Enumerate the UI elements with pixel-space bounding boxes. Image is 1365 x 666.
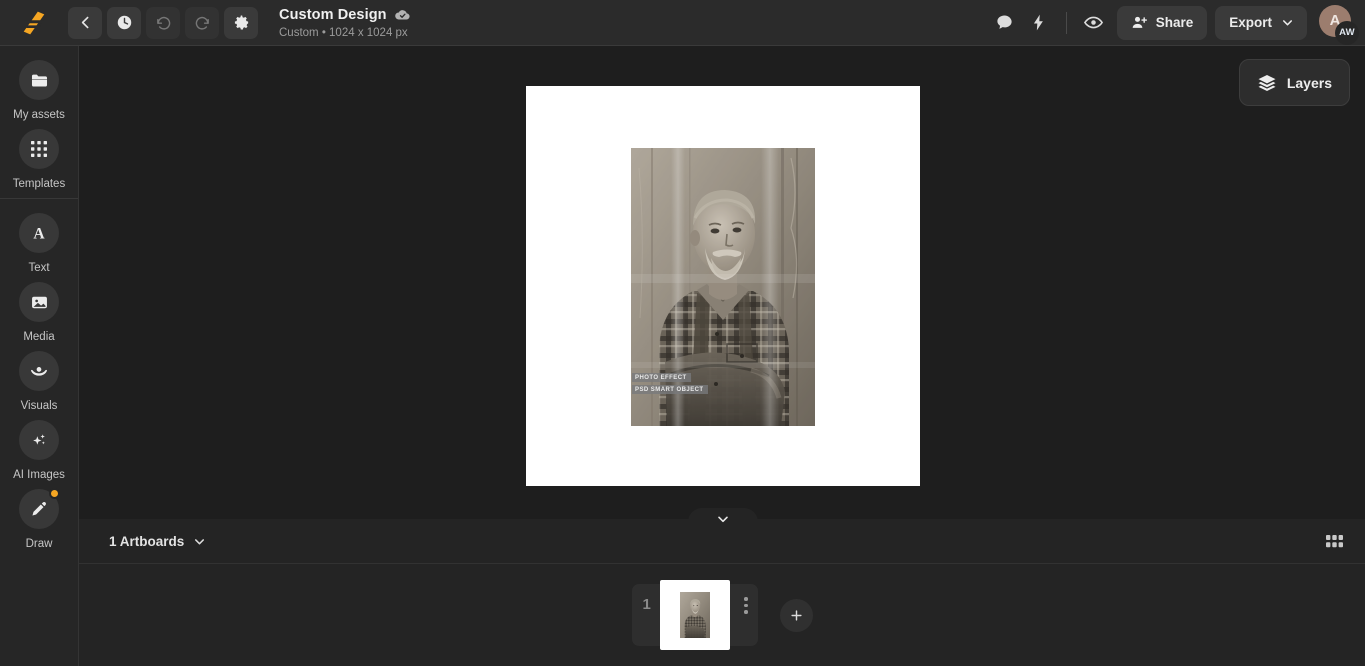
share-button[interactable]: Share: [1116, 5, 1208, 40]
folder-icon: [31, 74, 47, 87]
share-label: Share: [1155, 15, 1194, 30]
layers-label: Layers: [1286, 74, 1332, 91]
quick-actions-button[interactable]: [1022, 6, 1056, 40]
sidebar-item-media[interactable]: Media: [0, 282, 78, 343]
user-avatar[interactable]: A AW: [1317, 3, 1359, 45]
artboard-thumbnail-image: [679, 592, 710, 638]
sidebar-label: Visuals: [20, 400, 58, 412]
comment-icon: [997, 15, 1012, 29]
plus-icon: [790, 609, 802, 621]
overlay-text-line-2: PSD SMART OBJECT: [632, 385, 708, 394]
clock-icon: [117, 15, 131, 30]
preview-button[interactable]: [1077, 6, 1111, 40]
lotus-shape-icon: [31, 367, 47, 376]
gear-icon: [234, 15, 248, 30]
add-artboard-button[interactable]: [779, 598, 813, 632]
eye-icon: [1084, 16, 1104, 29]
export-button[interactable]: Export: [1215, 5, 1307, 40]
sidebar-icon-wrap: A: [19, 213, 59, 253]
sidebar-icon-wrap: [19, 488, 60, 529]
design-photo[interactable]: PHOTO EFFECT PSD SMART OBJECT: [631, 148, 815, 426]
sidebar-label: Media: [23, 331, 55, 343]
cloud-check-icon: [394, 10, 410, 20]
artboards-strip: 1: [79, 564, 1365, 666]
sidebar-label: Draw: [25, 538, 53, 550]
text-a-icon: A: [33, 226, 45, 243]
chevron-down-icon: [195, 538, 205, 544]
comments-button[interactable]: [988, 6, 1022, 40]
chevron-down-icon: [718, 516, 728, 523]
svg-text:A: A: [33, 226, 45, 243]
top-toolbar: Custom Design Custom • 1024 x 1024 px Sh…: [0, 0, 1365, 46]
vintage-portrait-thumb-icon: [679, 592, 710, 638]
grid-dots-icon: [31, 141, 47, 157]
sidebar-label: Templates: [12, 178, 66, 190]
kebab-menu-icon: [744, 597, 748, 601]
sidebar-label: My assets: [13, 109, 65, 121]
sidebar-item-visuals[interactable]: Visuals: [0, 351, 78, 412]
draw-notification-badge: [49, 488, 60, 499]
page-title: Custom Design: [279, 6, 387, 23]
sidebar-icon-wrap: [19, 129, 59, 169]
grid-view-icon: [1325, 534, 1343, 547]
undo-button[interactable]: [146, 6, 180, 39]
layers-panel-button[interactable]: Layers: [1238, 59, 1350, 106]
sidebar-icon-wrap: [19, 351, 59, 391]
left-sidebar: My assets Templates A Text Media Visuals…: [0, 46, 79, 666]
sidebar-item-my-assets[interactable]: My assets: [0, 60, 78, 121]
sidebar-item-text[interactable]: A Text: [0, 213, 78, 274]
kebab-menu-icon: [744, 603, 748, 607]
toolbar-divider: [1065, 11, 1067, 34]
document-title-block: Custom Design Custom • 1024 x 1024 px: [279, 6, 411, 39]
layers-stack-icon: [1258, 74, 1276, 91]
redo-button[interactable]: [185, 6, 219, 39]
canvas-area[interactable]: PHOTO EFFECT PSD SMART OBJECT Layers: [79, 46, 1365, 508]
export-label: Export: [1229, 15, 1272, 30]
avatar-badge: AW: [1335, 20, 1359, 45]
chevron-down-icon: [1283, 20, 1292, 26]
redo-icon: [195, 16, 209, 30]
back-button[interactable]: [68, 6, 102, 39]
overlay-text-line-1: PHOTO EFFECT: [632, 373, 691, 382]
sidebar-item-ai-images[interactable]: AI Images: [0, 420, 78, 481]
artboards-panel: 1 Artboards 1: [79, 519, 1365, 666]
sidebar-label: AI Images: [13, 469, 65, 481]
kebab-menu-icon: [744, 610, 748, 614]
lightning-bolt-icon: [1034, 14, 1044, 31]
sparkles-icon: [33, 434, 45, 445]
pen-icon: [31, 501, 46, 516]
chevron-left-icon: [81, 16, 88, 29]
panel-collapse-handle[interactable]: [688, 508, 758, 530]
document-subtitle: Custom • 1024 x 1024 px: [279, 27, 408, 39]
artboard-number: 1: [642, 596, 651, 613]
artboard-thumbnail[interactable]: [659, 580, 730, 650]
sidebar-divider: [0, 198, 78, 199]
app-logo[interactable]: [0, 0, 68, 46]
sidebar-item-templates[interactable]: Templates: [0, 129, 78, 190]
sidebar-icon-wrap: [19, 60, 59, 100]
sidebar-item-draw[interactable]: Draw: [0, 488, 78, 550]
artboard-canvas[interactable]: PHOTO EFFECT PSD SMART OBJECT: [526, 86, 920, 486]
sidebar-icon-wrap: [19, 420, 59, 460]
artboard-count-label: 1 Artboards: [109, 533, 185, 549]
undo-icon: [156, 16, 170, 30]
image-icon: [31, 296, 47, 308]
artboard-menu-button[interactable]: [744, 597, 748, 614]
sidebar-label: Text: [28, 262, 50, 274]
settings-button[interactable]: [224, 6, 258, 39]
pixelied-logo-icon: [23, 11, 45, 34]
history-button[interactable]: [107, 6, 141, 39]
user-plus-icon: [1132, 16, 1147, 28]
grid-view-button[interactable]: [1319, 526, 1349, 556]
sidebar-icon-wrap: [19, 282, 59, 322]
artboard-count-dropdown[interactable]: 1 Artboards: [109, 534, 207, 549]
artboard-thumbnail-item[interactable]: 1: [631, 580, 758, 650]
